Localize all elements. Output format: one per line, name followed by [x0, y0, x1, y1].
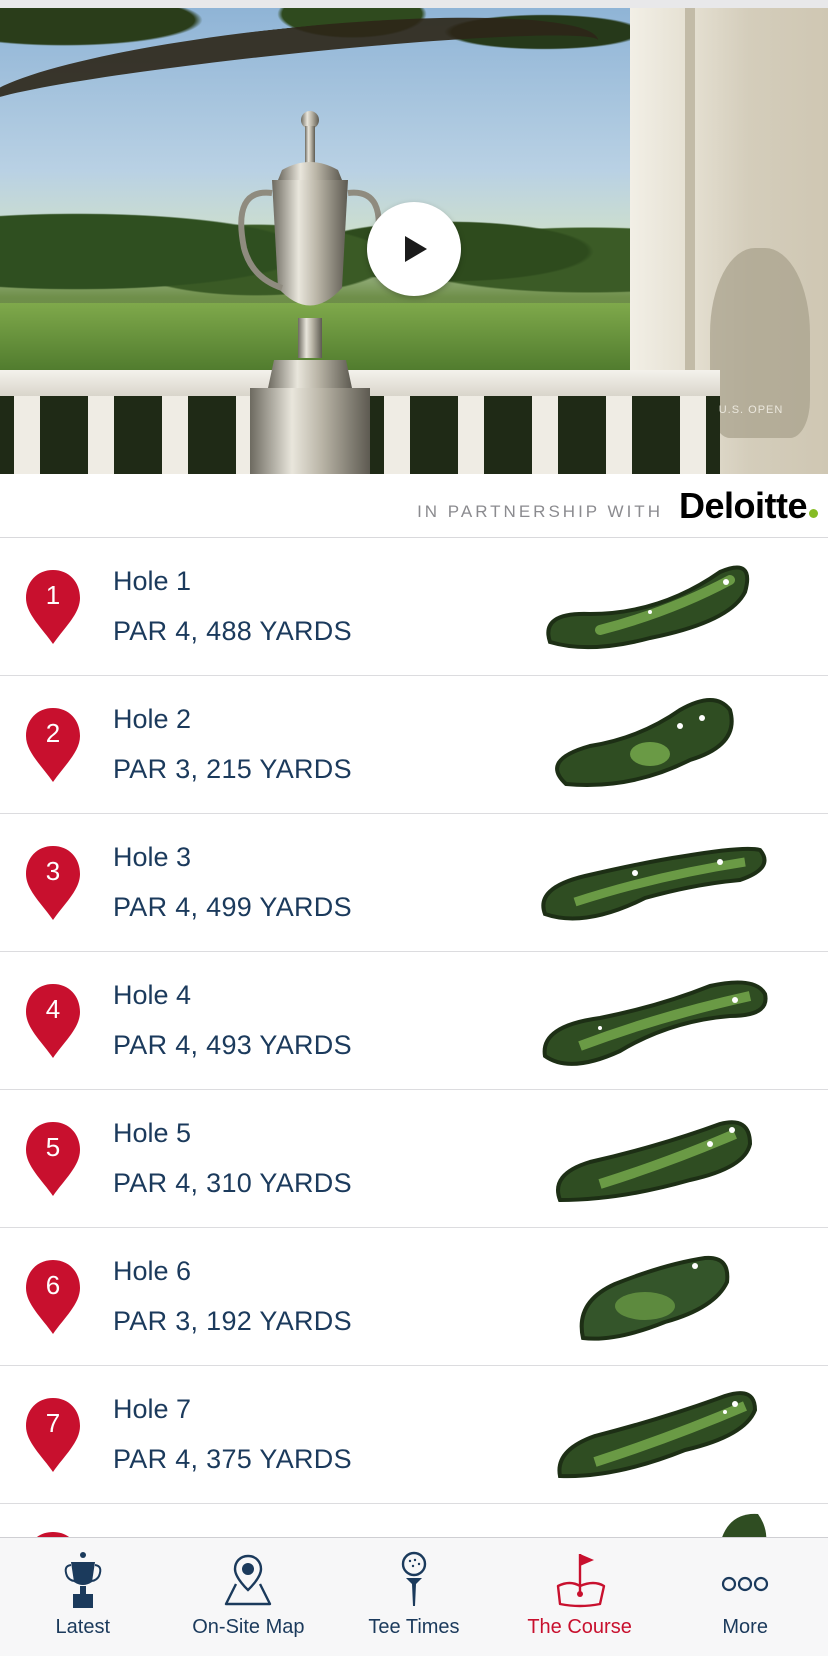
trophy-icon	[64, 1552, 102, 1608]
flag-green-icon	[556, 1554, 605, 1608]
hole-title: Hole 6	[113, 1256, 192, 1286]
play-button[interactable]	[367, 202, 461, 296]
hole-number: 4	[45, 994, 61, 1024]
hole-title: Hole 2	[113, 704, 192, 734]
hole-row[interactable]: 1 Hole 1 PAR 4, 488 YARDS	[0, 538, 828, 676]
hole-map-thumbnail	[579, 1255, 730, 1341]
partner-label: IN PARTNERSHIP WITH	[417, 501, 663, 521]
hole-row[interactable]: 3 Hole 3 PAR 4, 499 YARDS	[0, 814, 828, 952]
tab-label: Latest	[55, 1616, 111, 1638]
tab-label: On-Site Map	[192, 1616, 305, 1638]
hole-list[interactable]: 1 Hole 1 PAR 4, 488 YARDS 2 Hole 2 PAR 3…	[0, 538, 828, 1537]
tab-more[interactable]: More	[662, 1538, 828, 1656]
hole-map-thumbnail	[542, 980, 768, 1066]
hole-map-thumbnail	[557, 1391, 758, 1479]
tab-label: Tee Times	[368, 1616, 460, 1638]
hero-video[interactable]: U.S. OPEN	[0, 8, 828, 474]
tab-on-site-map[interactable]: On-Site Map	[166, 1538, 332, 1656]
hole-par-yards: PAR 4, 493 YARDS	[113, 1030, 352, 1060]
hole-row[interactable]: 4 Hole 4 PAR 4, 493 YARDS	[0, 952, 828, 1090]
hole-title: Hole 4	[113, 980, 192, 1010]
hole-par-yards: PAR 4, 488 YARDS	[113, 616, 352, 646]
map-pin-icon	[225, 1554, 272, 1606]
hole-row[interactable]: 6 Hole 6 PAR 3, 192 YARDS	[0, 1228, 828, 1366]
hole-map-thumbnail	[556, 1120, 753, 1203]
hole-row[interactable]: 7 Hole 7 PAR 4, 375 YARDS	[0, 1366, 828, 1504]
hole-par-yards: PAR 4, 499 YARDS	[113, 892, 352, 922]
hole-number: 7	[45, 1408, 61, 1438]
hole-row[interactable]: 5 Hole 5 PAR 4, 310 YARDS	[0, 1090, 828, 1228]
more-dots-icon	[722, 1576, 769, 1592]
tab-latest[interactable]: Latest	[0, 1538, 166, 1656]
hole-map-thumbnail	[722, 1513, 767, 1537]
trophy-image	[238, 111, 382, 474]
golf-tee-icon	[401, 1551, 427, 1606]
deloitte-dot	[809, 508, 818, 518]
tab-bar: Latest On-Site Map Tee Times The Course	[0, 1537, 828, 1656]
hole-number: 6	[45, 1270, 61, 1300]
hole-title: Hole 7	[113, 1394, 192, 1424]
hole-map-thumbnail	[546, 565, 750, 650]
hole-title: Hole 1	[113, 566, 192, 596]
hole-number: 2	[45, 718, 61, 748]
deloitte-logo: Deloitte	[679, 485, 818, 527]
map-marker-icon	[37, 1532, 69, 1537]
hole-title: Hole 3	[113, 842, 192, 872]
hole-par-yards: PAR 3, 192 YARDS	[113, 1306, 352, 1336]
status-bar-strip	[0, 0, 828, 8]
tab-the-course[interactable]: The Course	[497, 1538, 663, 1656]
us-open-watermark: U.S. OPEN	[718, 404, 784, 416]
play-icon	[405, 236, 427, 262]
hole-par-yards: PAR 4, 310 YARDS	[113, 1168, 352, 1198]
hole-title: Hole 5	[113, 1118, 192, 1148]
hole-row[interactable]: 2 Hole 2 PAR 3, 215 YARDS	[0, 676, 828, 814]
hole-number: 1	[45, 580, 61, 610]
hole-row-partial[interactable]	[0, 1504, 828, 1537]
hole-number: 5	[45, 1132, 61, 1162]
tab-tee-times[interactable]: Tee Times	[331, 1538, 497, 1656]
hole-par-yards: PAR 3, 215 YARDS	[113, 754, 352, 784]
hole-map-thumbnail	[555, 698, 734, 787]
hole-number: 3	[45, 856, 61, 886]
hole-par-yards: PAR 4, 375 YARDS	[113, 1444, 352, 1474]
hole-map-thumbnail	[541, 846, 767, 921]
tab-label: The Course	[527, 1616, 632, 1638]
tab-label: More	[722, 1616, 768, 1638]
partner-banner: IN PARTNERSHIP WITH Deloitte	[0, 474, 828, 538]
